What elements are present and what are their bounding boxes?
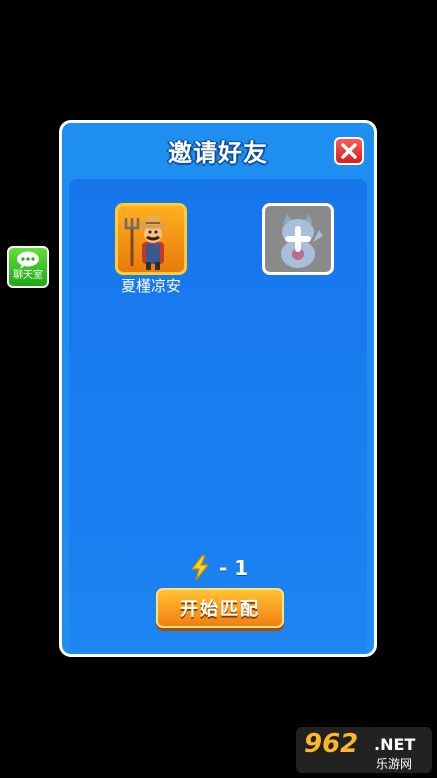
dialog-title: 邀请好友 (168, 139, 268, 167)
farmer-avatar-icon (124, 216, 167, 270)
invite-friends-dialog: 邀请好友 夏槿凉安 - 1 开始匹配 (59, 120, 377, 657)
energy-cost-value: - 1 (219, 556, 249, 580)
start-matching-button[interactable]: 开始匹配 (156, 588, 284, 628)
lightning-icon (190, 555, 210, 581)
watermark-logo-number: 962 (304, 729, 359, 759)
invite-friend-slot[interactable] (262, 203, 334, 275)
close-icon (341, 143, 357, 159)
watermark-logo-domain: .NET (374, 735, 416, 754)
player-avatar-slot[interactable] (115, 203, 187, 275)
friends-panel: 夏槿凉安 - 1 开始匹配 (69, 179, 367, 651)
chat-room-button[interactable]: 聊天室 (7, 246, 49, 288)
watermark-logo: 962 .NET 乐游网 (296, 727, 432, 773)
player-name: 夏槿凉安 (120, 277, 181, 295)
chat-room-label: 聊天室 (13, 270, 43, 281)
start-matching-label: 开始匹配 (180, 599, 260, 620)
energy-cost: - 1 (189, 555, 248, 581)
chat-bubble-icon (17, 251, 39, 269)
add-icon (285, 226, 311, 252)
watermark-logo-subtitle: 乐游网 (376, 757, 413, 771)
close-button[interactable] (334, 137, 364, 165)
